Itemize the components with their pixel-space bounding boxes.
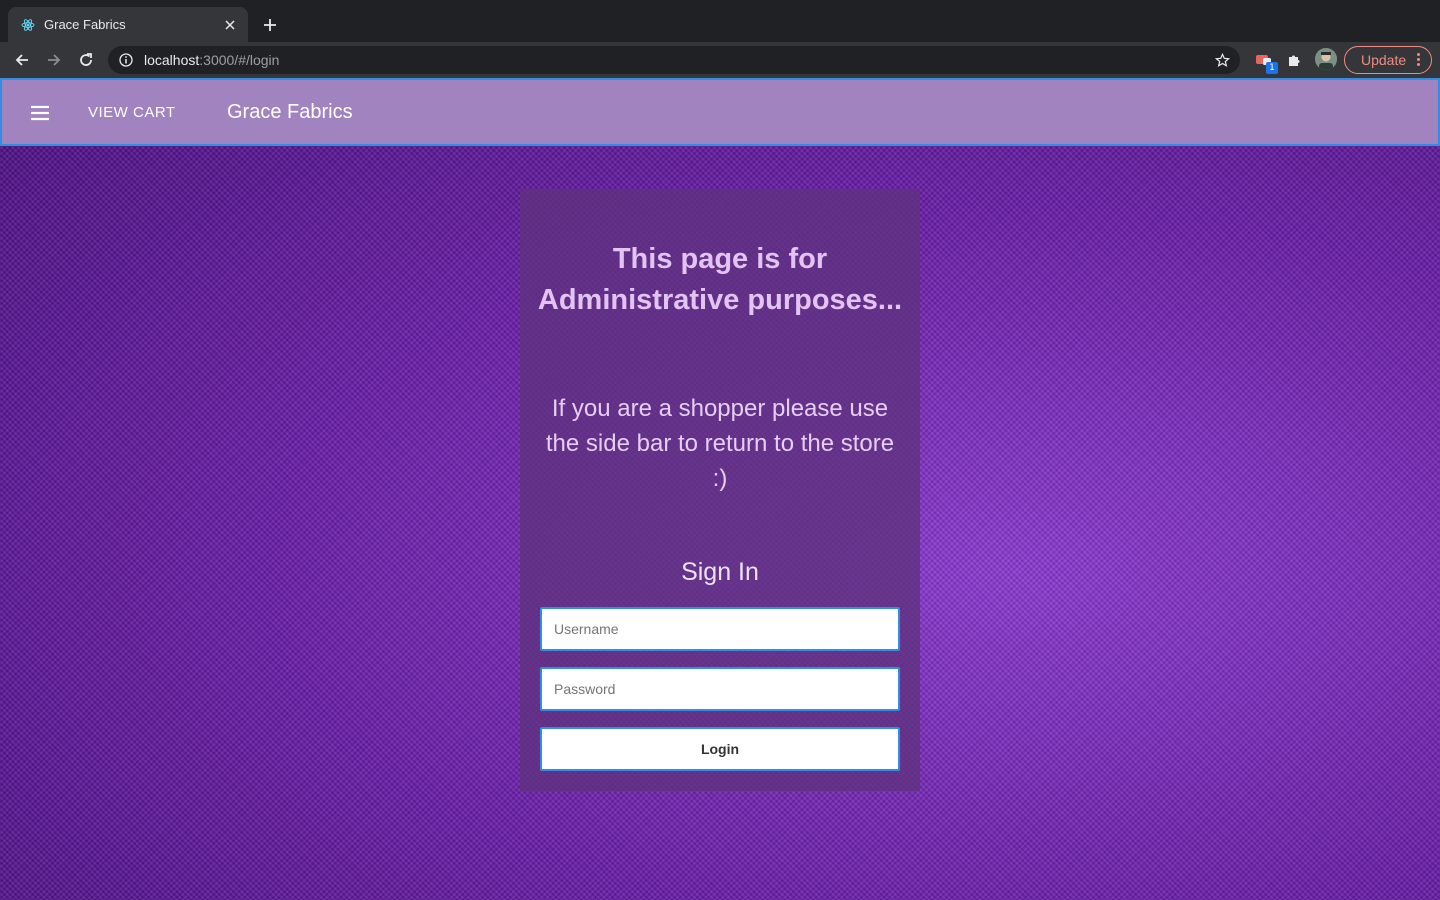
admin-heading: This page is for Administrative purposes…	[537, 243, 903, 316]
back-arrow-icon	[15, 54, 28, 66]
extension-button[interactable]: 1	[1252, 48, 1278, 74]
new-tab-button[interactable]	[258, 13, 282, 37]
login-button[interactable]: Login	[540, 727, 900, 771]
browser-toolbar: localhost:3000/#/login	[0, 42, 1440, 78]
app-bar: VIEW CART Grace Fabrics	[0, 78, 1440, 146]
reload-button[interactable]	[72, 46, 100, 74]
close-icon[interactable]	[222, 17, 238, 33]
url-text: localhost:3000/#/login	[144, 52, 279, 68]
tab-title: Grace Fabrics	[44, 17, 126, 32]
reload-icon	[80, 53, 92, 66]
react-icon	[20, 17, 36, 33]
extensions-puzzle-icon[interactable]	[1282, 48, 1306, 72]
address-bar[interactable]: localhost:3000/#/login	[108, 46, 1240, 74]
menu-button[interactable]	[24, 97, 56, 129]
extension-badge: 1	[1266, 62, 1278, 74]
browser-tab[interactable]: Grace Fabrics	[8, 7, 248, 42]
update-label: Update	[1361, 52, 1407, 68]
url-host: localhost	[144, 52, 200, 68]
avatar[interactable]	[1315, 48, 1337, 70]
username-input[interactable]	[540, 607, 900, 651]
back-button[interactable]	[8, 46, 36, 74]
hamburger-icon	[31, 105, 49, 121]
url-path: :3000/#/login	[199, 52, 280, 68]
info-icon[interactable]	[118, 52, 134, 68]
password-input[interactable]	[540, 667, 900, 711]
login-card: This page is for Administrative purposes…	[520, 189, 920, 791]
forward-button[interactable]	[40, 46, 68, 74]
shopper-notice: If you are a shopper please use the side…	[545, 395, 895, 492]
sign-in-title: Sign In	[681, 558, 759, 586]
view-cart-link[interactable]: VIEW CART	[88, 104, 176, 121]
forward-arrow-icon	[48, 54, 61, 66]
page-background: VIEW CART Grace Fabrics This page is for…	[0, 78, 1440, 900]
plus-icon	[264, 19, 276, 31]
bookmark-star-icon[interactable]	[1214, 52, 1230, 68]
more-vert-icon	[1417, 53, 1421, 67]
brand-title: Grace Fabrics	[227, 101, 353, 123]
update-button[interactable]: Update	[1344, 46, 1432, 74]
tab-strip: Grace Fabrics	[0, 0, 1440, 42]
